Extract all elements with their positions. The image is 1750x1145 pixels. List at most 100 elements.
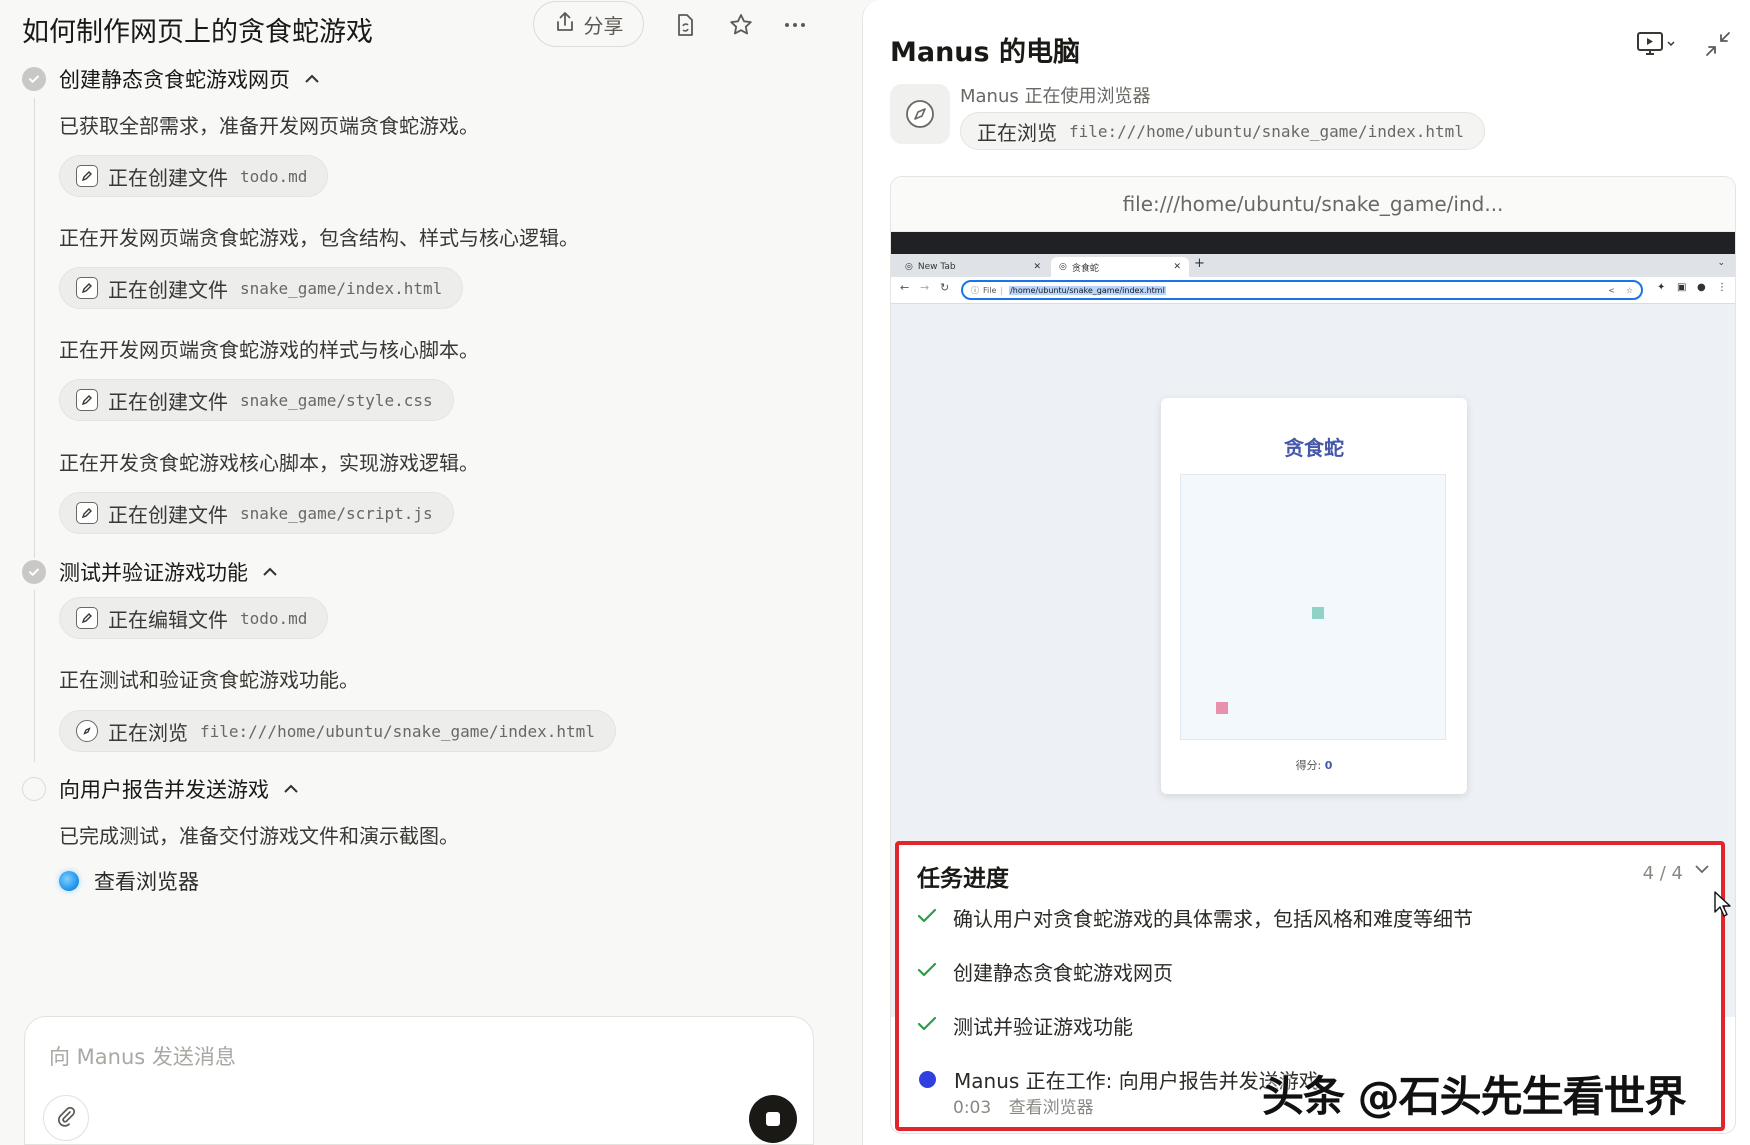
step-message: 已获取全部需求，准备开发网页端贪食蛇游戏。 bbox=[59, 114, 479, 138]
progress-item: 创建静态贪食蛇游戏网页 bbox=[917, 957, 1173, 986]
close-icon[interactable]: ✕ bbox=[1173, 262, 1181, 272]
tool-chip[interactable]: 正在编辑文件 todo.md bbox=[59, 597, 329, 639]
vm-url-field[interactable]: ⓘ File | /home/ubuntu/snake_game/index.h… bbox=[961, 280, 1643, 300]
timeline-line bbox=[34, 590, 35, 762]
message-input[interactable]: 向 Manus 发送消息 bbox=[49, 1041, 236, 1071]
more-icon[interactable] bbox=[778, 8, 812, 42]
check-icon bbox=[917, 908, 937, 928]
step-title: 测试并验证游戏功能 bbox=[59, 561, 248, 585]
step-message: 已完成测试，准备交付游戏文件和演示截图。 bbox=[59, 824, 459, 848]
globe-icon: ◎ bbox=[1059, 262, 1067, 272]
page-title: 如何制作网页上的贪食蛇游戏 bbox=[22, 17, 373, 48]
chevron-down-icon[interactable]: ⌄ bbox=[1717, 258, 1725, 268]
progress-count: 4 / 4 bbox=[1642, 863, 1683, 884]
tool-chip-label: 正在创建文件 bbox=[108, 502, 228, 527]
share-icon bbox=[554, 11, 576, 38]
vm-url-path: /home/ubuntu/snake_game/index.html bbox=[1009, 285, 1166, 295]
progress-view-browser-link[interactable]: 查看浏览器 bbox=[1009, 1098, 1094, 1118]
step-header[interactable]: 测试并验证游戏功能 bbox=[22, 555, 278, 589]
vm-tab-label: 贪食蛇 bbox=[1071, 263, 1099, 274]
game-score: 得分: 0 bbox=[1161, 757, 1467, 773]
view-browser-link[interactable]: 查看浏览器 bbox=[59, 866, 199, 896]
vm-tab-active[interactable]: ◎ 贪食蛇 ✕ bbox=[1051, 257, 1189, 277]
check-icon bbox=[917, 962, 937, 982]
tool-chip[interactable]: 正在创建文件 snake_game/style.css bbox=[59, 379, 454, 421]
vm-addressbar: ← → ↻ ⓘ File | /home/ubuntu/snake_game/i… bbox=[891, 277, 1735, 304]
collapse-icon[interactable] bbox=[1704, 30, 1732, 62]
vm-tab-label: New Tab bbox=[917, 262, 956, 272]
compass-icon bbox=[76, 720, 98, 742]
edit-file-icon bbox=[76, 502, 98, 524]
tool-chip-arg: todo.md bbox=[240, 608, 308, 628]
stop-button[interactable] bbox=[749, 1095, 797, 1143]
step-message: 正在开发贪食蛇游戏核心脚本，实现游戏逻辑。 bbox=[59, 451, 479, 475]
chevron-up-icon[interactable] bbox=[262, 566, 278, 578]
step-title: 向用户报告并发送游戏 bbox=[59, 778, 269, 802]
snake-segment bbox=[1312, 607, 1324, 619]
chevron-up-icon[interactable] bbox=[304, 73, 320, 85]
edit-file-icon bbox=[76, 389, 98, 411]
tool-chip-label: 正在创建文件 bbox=[108, 389, 228, 414]
tool-chip[interactable]: 正在浏览 file:///home/ubuntu/snake_game/inde… bbox=[59, 710, 616, 752]
globe-icon: ◎ bbox=[905, 262, 913, 272]
step-message: 正在测试和验证贪食蛇游戏功能。 bbox=[59, 668, 359, 692]
menu-icon[interactable]: ⋮ bbox=[1717, 282, 1727, 293]
elapsed-time: 0:03 bbox=[953, 1098, 992, 1118]
vm-tabstrip: ◎ New Tab ✕ ◎ 贪食蛇 ✕ + ⌄ bbox=[891, 254, 1735, 277]
agent-status: Manus 正在使用浏览器 bbox=[960, 86, 1151, 107]
file-sync-icon[interactable] bbox=[668, 8, 702, 42]
new-tab-icon[interactable]: + bbox=[1194, 256, 1205, 271]
watermark: 头条 @石头先生看世界 bbox=[1262, 1072, 1687, 1121]
share-icon[interactable]: < bbox=[1608, 286, 1615, 295]
chevron-down-icon[interactable] bbox=[1693, 861, 1711, 880]
mouse-cursor-icon bbox=[1713, 890, 1733, 922]
attach-button[interactable] bbox=[43, 1095, 89, 1141]
screen-toggle-icon[interactable] bbox=[1636, 30, 1678, 62]
tool-chip-arg: file:///home/ubuntu/snake_game/index.htm… bbox=[200, 721, 595, 741]
status-dot-icon bbox=[59, 871, 79, 891]
browser-agent-icon bbox=[890, 84, 950, 144]
agent-action-chip: 正在浏览 file:///home/ubuntu/snake_game/inde… bbox=[960, 112, 1485, 150]
agent-action-arg: file:///home/ubuntu/snake_game/index.htm… bbox=[1069, 121, 1464, 141]
close-icon[interactable]: ✕ bbox=[1033, 262, 1041, 272]
edit-file-icon bbox=[76, 277, 98, 299]
step-header[interactable]: 创建静态贪食蛇游戏网页 bbox=[22, 62, 320, 96]
food-item bbox=[1216, 702, 1228, 714]
snake-game-card: 贪食蛇 得分: 0 bbox=[1161, 398, 1467, 794]
step-message: 正在开发网页端贪食蛇游戏的样式与核心脚本。 bbox=[59, 338, 479, 362]
check-icon bbox=[917, 1016, 937, 1036]
message-composer[interactable]: 向 Manus 发送消息 bbox=[24, 1016, 814, 1145]
chat-panel: 如何制作网页上的贪食蛇游戏 分享 创建静态贪食蛇游戏网页 已获取全部需求，准备开… bbox=[0, 0, 862, 1145]
step-pending-icon bbox=[22, 777, 46, 801]
sidebar-icon[interactable]: ▣ bbox=[1677, 282, 1686, 293]
tool-chip[interactable]: 正在创建文件 todo.md bbox=[59, 155, 329, 197]
tool-chip[interactable]: 正在创建文件 snake_game/script.js bbox=[59, 492, 454, 534]
star-icon[interactable]: ☆ bbox=[1626, 286, 1633, 295]
browser-screen: file:///home/ubuntu/snake_game/ind... ◎ … bbox=[890, 176, 1736, 1134]
back-icon[interactable]: ← bbox=[900, 281, 909, 294]
tool-chip-label: 正在编辑文件 bbox=[108, 607, 228, 632]
game-title: 贪食蛇 bbox=[1284, 436, 1344, 460]
share-button[interactable]: 分享 bbox=[533, 1, 644, 47]
reload-icon[interactable]: ↻ bbox=[940, 281, 949, 294]
tool-chip-arg: snake_game/script.js bbox=[240, 503, 433, 523]
star-icon[interactable] bbox=[724, 8, 758, 42]
tool-chip[interactable]: 正在创建文件 snake_game/index.html bbox=[59, 267, 464, 309]
vm-topbar bbox=[891, 232, 1735, 254]
agent-action-label: 正在浏览 bbox=[977, 120, 1057, 145]
progress-item-working: Manus 正在工作: 向用户报告并发送游戏 bbox=[917, 1065, 1319, 1094]
forward-icon[interactable]: → bbox=[920, 281, 929, 294]
vm-url-prefix: File bbox=[983, 285, 997, 295]
progress-item-text: 测试并验证游戏功能 bbox=[953, 1015, 1133, 1039]
chevron-up-icon[interactable] bbox=[283, 783, 299, 795]
vm-tab[interactable]: ◎ New Tab ✕ bbox=[897, 257, 1047, 277]
step-done-icon bbox=[22, 560, 46, 584]
paperclip-icon bbox=[55, 1105, 77, 1131]
progress-item-text: 创建静态贪食蛇游戏网页 bbox=[953, 961, 1173, 985]
step-header[interactable]: 向用户报告并发送游戏 bbox=[22, 772, 299, 806]
extensions-icon[interactable]: ✦ bbox=[1657, 282, 1665, 293]
profile-icon[interactable]: ● bbox=[1697, 282, 1706, 293]
game-board[interactable] bbox=[1180, 474, 1446, 740]
score-value: 0 bbox=[1324, 759, 1333, 772]
view-browser-label: 查看浏览器 bbox=[94, 870, 199, 894]
